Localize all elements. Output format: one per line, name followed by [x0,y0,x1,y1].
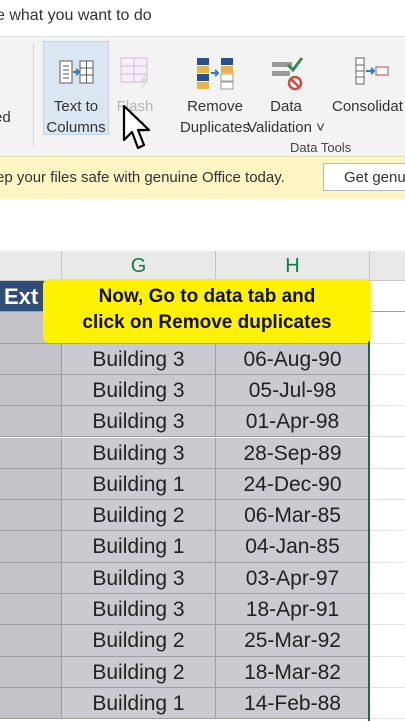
cell-f[interactable] [0,374,62,407]
column-header-i[interactable] [370,251,405,281]
cell-building[interactable]: Building 3 [62,406,216,438]
text-to-columns-line1: Text to [53,98,99,115]
cell-i[interactable] [370,625,405,657]
data-validation-button[interactable]: Data Validation ˅ [240,42,332,136]
selection-border [368,281,370,721]
table-row: Building 3 01-Apr-98 [0,406,405,438]
cell-f[interactable] [0,562,62,594]
cell-building[interactable]: Building 2 [62,500,216,532]
column-header-h[interactable]: H [216,251,370,281]
cell-date[interactable]: 18-Apr-91 [216,594,370,626]
mouse-pointer-icon [122,104,151,150]
consolidate-button[interactable]: Consolidat [332,42,405,134]
ribbon-data-tab: ed Text to Columns Flash Fill [0,36,405,157]
table-row: Building 3 28-Sep-89 [0,437,405,469]
cell-f[interactable] [0,594,62,626]
cell-f[interactable] [0,437,62,469]
callout-line1: Now, Go to data tab and [98,286,316,307]
data-validation-line2: Validation ˅ [247,119,325,136]
cell-date[interactable]: 25-Mar-92 [216,625,370,657]
cell-f[interactable] [0,531,62,563]
cell-f[interactable] [0,687,62,720]
message-text: ep your files safe with genuine Office t… [0,169,285,186]
table-row: Building 2 18-Mar-82 [0,656,405,688]
tell-me-bar[interactable]: e what you want to do [0,0,405,36]
flash-fill-icon [120,57,149,90]
instruction-callout: Now, Go to data tab and click on Remove … [43,279,371,343]
cell-i[interactable] [370,468,405,501]
cell-f[interactable] [0,500,62,532]
cell-building[interactable]: Building 3 [62,562,216,594]
table-row: Building 1 14-Feb-88 [0,687,405,720]
group-separator [33,43,34,147]
remove-duplicates-icon [197,58,234,90]
cell-building[interactable]: Building 2 [62,625,216,657]
table-row: Building 2 06-Mar-85 [0,500,405,532]
text-to-columns-line2: Columns [46,119,106,136]
cell-f[interactable] [0,468,62,501]
consolidate-icon [355,57,389,85]
callout-line2: click on Remove duplicates [82,312,332,333]
column-header-g[interactable]: G [62,251,216,281]
text-to-columns-icon [59,60,94,84]
cell-f[interactable] [0,656,62,688]
cell-i[interactable] [370,531,405,563]
cell-i[interactable] [370,500,405,532]
cell-date[interactable]: 05-Jul-98 [216,374,370,407]
get-genuine-button[interactable]: Get genu [323,163,405,191]
cell-i[interactable] [370,343,405,375]
table-row: Building 1 04-Jan-85 [0,531,405,563]
cell-i[interactable] [370,656,405,688]
cell-date[interactable]: 28-Sep-89 [216,437,370,469]
cell-building[interactable]: Building 1 [62,531,216,563]
cell-building[interactable]: Building 3 [62,594,216,626]
cell-building[interactable]: Building 2 [62,656,216,688]
cell-date[interactable]: 24-Dec-90 [216,468,370,501]
table-row: Building 3 18-Apr-91 [0,594,405,626]
cell-i[interactable] [370,374,405,407]
cell-date[interactable]: 06-Aug-90 [216,343,370,375]
table-row: Building 2 25-Mar-92 [0,625,405,657]
cell-i[interactable] [370,687,405,720]
table-row: Building 3 05-Jul-98 [0,374,405,407]
cell-building[interactable]: Building 3 [62,374,216,407]
cell-date[interactable]: 04-Jan-85 [216,531,370,563]
cell-i[interactable] [370,594,405,626]
cell-date[interactable]: 06-Mar-85 [216,500,370,532]
data-validation-line1: Data [270,98,302,115]
table-row: Building 3 06-Aug-90 [0,343,405,375]
cell-building[interactable]: Building 3 [62,343,216,375]
cell-i[interactable] [370,406,405,438]
cell-date[interactable]: 03-Apr-97 [216,562,370,594]
cell-building[interactable]: Building 1 [62,468,216,501]
column-header-f[interactable] [0,251,62,281]
cell-building[interactable]: Building 1 [62,687,216,720]
data-tools-group-label: Data Tools [290,140,352,155]
consolidate-label: Consolidat [332,98,403,115]
cell-i[interactable] [370,437,405,469]
cell-date[interactable]: 14-Feb-88 [216,687,370,720]
table-row: Building 1 24-Dec-90 [0,468,405,501]
data-validation-icon [272,57,304,91]
formula-bar-area[interactable] [0,199,405,252]
header-cell-i[interactable] [370,281,405,313]
cell-date[interactable]: 01-Apr-98 [216,406,370,438]
genuine-office-message-bar: ep your files safe with genuine Office t… [0,156,405,200]
tell-me-text[interactable]: e what you want to do [0,7,152,25]
cell-building[interactable]: Building 3 [62,437,216,469]
text-to-columns-button[interactable]: Text to Columns [43,41,109,136]
cell-i[interactable] [370,562,405,594]
ribbon-cut-label[interactable]: ed [0,109,11,126]
table-row: Building 3 03-Apr-97 [0,562,405,594]
cell-f[interactable] [0,343,62,375]
cell-date[interactable]: 18-Mar-82 [216,656,370,688]
cell-f[interactable] [0,625,62,657]
cell-i[interactable] [370,312,405,344]
cell-f[interactable] [0,406,62,438]
